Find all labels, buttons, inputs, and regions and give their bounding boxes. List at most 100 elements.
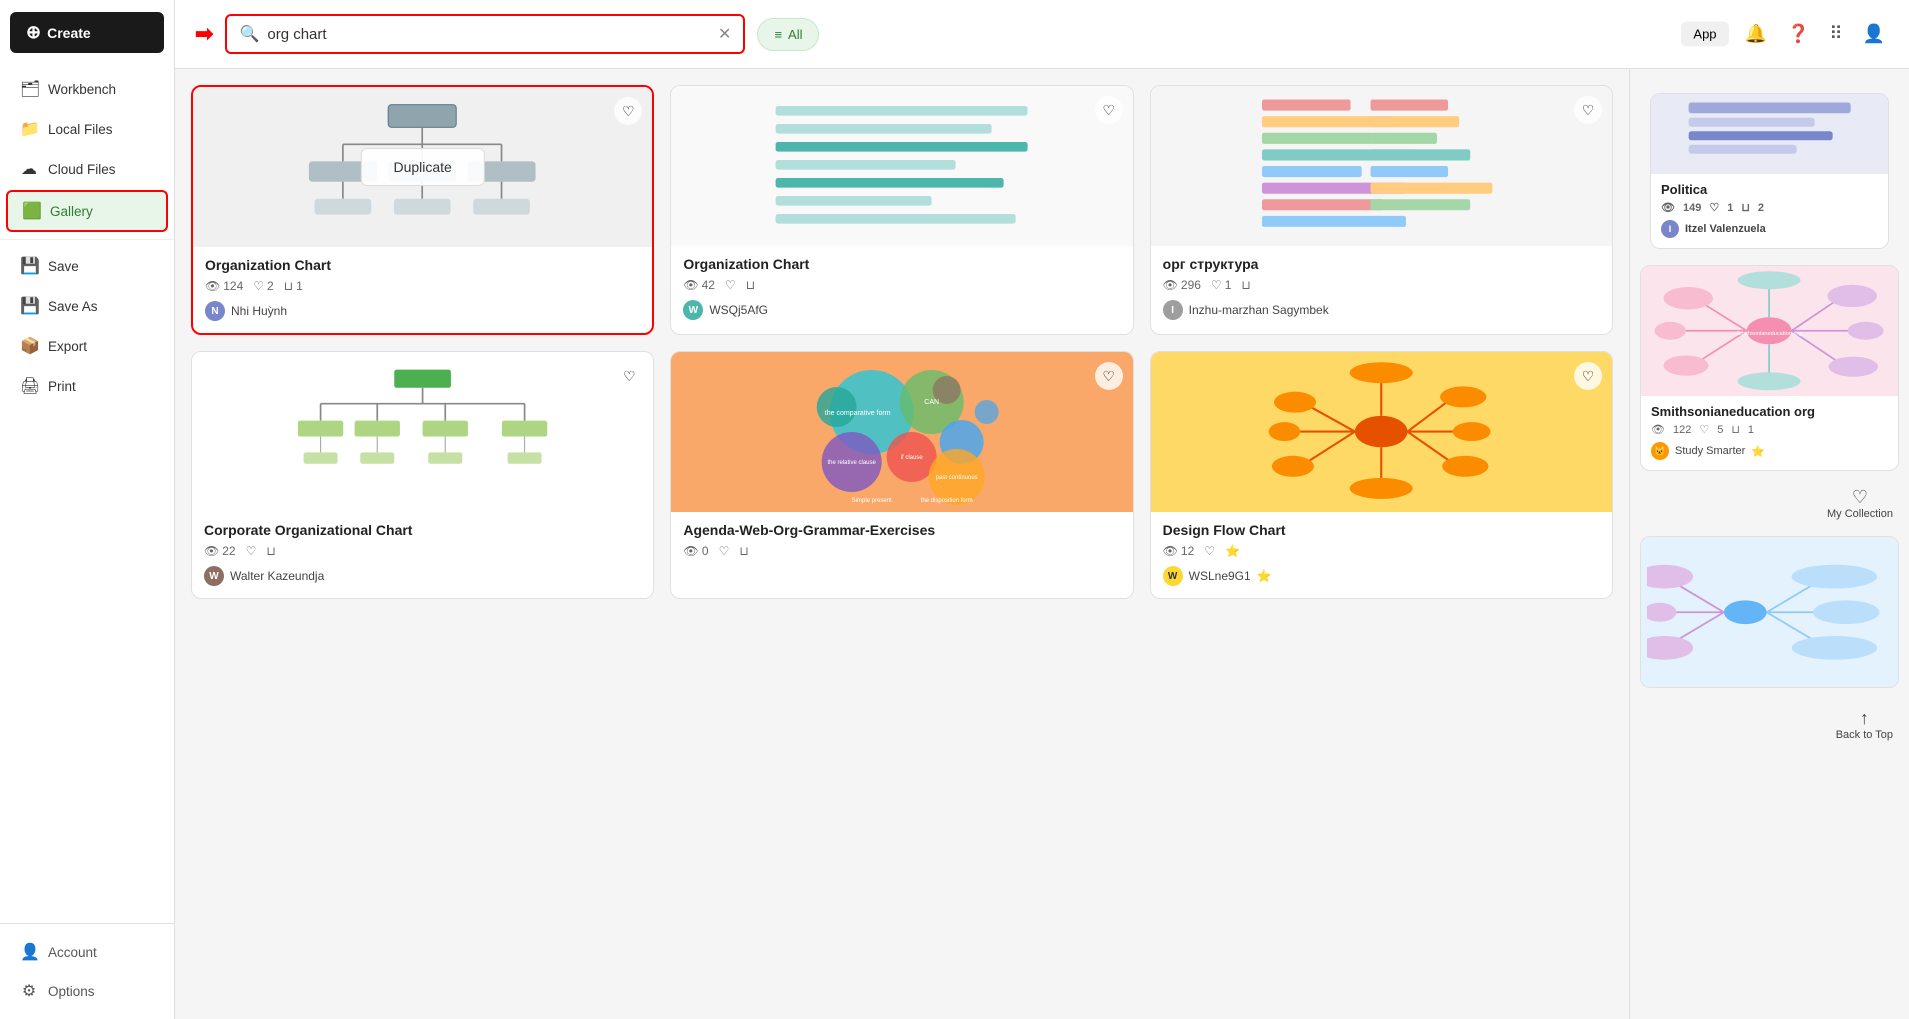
back-to-top-container: ↑ Back to Top	[1630, 694, 1909, 755]
copy-number: 2	[1758, 202, 1764, 214]
sidebar-item-account[interactable]: 👤 Account	[6, 933, 168, 971]
sidebar: ⊕ Create 🗂 Workbench 📁 Local Files ☁ Clo…	[0, 0, 175, 1019]
favorite-button[interactable]: ♡	[1095, 96, 1123, 124]
favorite-button[interactable]: ♡	[615, 362, 643, 390]
gallery-grid: ➡	[175, 69, 1629, 1019]
list-item[interactable]	[1640, 536, 1899, 688]
card-thumbnail: ♡	[1151, 352, 1612, 512]
favorite-button[interactable]: ♡	[1574, 362, 1602, 390]
sidebar-item-cloud-files[interactable]: ☁ Cloud Files	[6, 150, 168, 188]
card-title: орг структура	[1163, 256, 1600, 272]
duplicate-overlay[interactable]: Duplicate	[360, 148, 484, 186]
sidebar-item-label: Export	[48, 339, 87, 354]
sidebar-item-label: Save As	[48, 299, 98, 314]
bell-icon[interactable]: 🔔	[1741, 20, 1771, 49]
sidebar-item-export[interactable]: 📦 Export	[6, 327, 168, 365]
card-thumbnail: the comparative form CAN the relative cl…	[671, 352, 1132, 512]
search-input[interactable]	[267, 26, 710, 43]
sidebar-item-label: Local Files	[48, 122, 113, 137]
heart-icon: ♡	[1852, 487, 1868, 508]
favorite-button[interactable]: ♡	[1574, 96, 1602, 124]
card-author: W WSQj5AfG	[683, 300, 1120, 320]
heart-icon: ♡	[253, 279, 264, 293]
sidebar-item-options[interactable]: ⚙ Options	[6, 972, 168, 1010]
export-icon: 📦	[20, 336, 38, 356]
sidebar-item-print[interactable]: 🖨 Print	[6, 367, 168, 405]
sidebar-item-label: Workbench	[48, 82, 116, 97]
sidebar-item-gallery[interactable]: 🟩 Gallery	[6, 190, 168, 232]
gallery-icon: 🟩	[22, 201, 40, 221]
back-to-top-button[interactable]: ↑ Back to Top	[1830, 702, 1899, 747]
like-number: 1	[1727, 202, 1733, 214]
table-row[interactable]: ♡ Design Flow Chart 👁 12 ♡ ⭐	[1150, 351, 1613, 599]
help-icon[interactable]: ❓	[1783, 20, 1813, 49]
sidebar-item-workbench[interactable]: 🗂 Workbench	[6, 70, 168, 108]
view-number: 22	[222, 544, 235, 558]
card-title: Corporate Organizational Chart	[204, 522, 641, 538]
folder-icon: 📁	[20, 119, 38, 139]
copy-icon: ⊔	[1741, 201, 1750, 214]
card-stats: 👁 0 ♡ ⊔	[683, 544, 1120, 558]
copy-number: 1	[1748, 424, 1754, 436]
table-row[interactable]: ♡ Organization Chart 👁 42 ♡ ⊔ W WSQj	[670, 85, 1133, 335]
sidebar-item-save[interactable]: 💾 Save	[6, 247, 168, 285]
my-collection-button[interactable]: ♡ My Collection	[1821, 481, 1899, 526]
right-card-author: 🐱 Study Smarter ⭐	[1651, 442, 1888, 460]
search-arrow-icon: ➡	[195, 21, 213, 47]
table-row[interactable]: ➡	[191, 85, 654, 335]
like-number: 5	[1717, 424, 1723, 436]
card-thumbnail: Duplicate ♡	[193, 87, 652, 247]
like-count: ♡ 2	[253, 279, 273, 293]
avatar: 🐱	[1651, 442, 1669, 460]
eye-icon: 👁	[1163, 278, 1178, 292]
favorite-button[interactable]: ♡	[1095, 362, 1123, 390]
save-icon: 💾	[20, 256, 38, 276]
avatar: W	[204, 566, 224, 586]
cloud-icon: ☁	[20, 159, 38, 179]
filter-all-button[interactable]: ≡ All	[757, 18, 819, 51]
sidebar-item-local-files[interactable]: 📁 Local Files	[6, 110, 168, 148]
gold-badge-icon: ⭐	[1225, 544, 1240, 558]
card-stats: 👁 12 ♡ ⭐	[1163, 544, 1600, 558]
app-button[interactable]: App	[1681, 22, 1728, 47]
view-count: 👁 296	[1163, 278, 1201, 292]
create-label: Create	[47, 25, 91, 41]
search-clear-icon[interactable]: ✕	[718, 24, 731, 44]
grid-icon[interactable]: ⠿	[1825, 20, 1846, 49]
like-count: ♡	[719, 544, 730, 558]
favorite-button[interactable]: ♡	[614, 97, 642, 125]
list-item[interactable]: Politica 👁 149 ♡ 1 ⊔ 2 I Itzel Valenzuel…	[1650, 93, 1889, 249]
like-count: ♡	[1204, 544, 1215, 558]
table-row[interactable]: ♡ Corporate Organizational Chart 👁 22 ♡ …	[191, 351, 654, 599]
create-button[interactable]: ⊕ Create	[10, 12, 164, 53]
sidebar-item-save-as[interactable]: 💾 Save As	[6, 287, 168, 325]
sidebar-nav: 🗂 Workbench 📁 Local Files ☁ Cloud Files …	[0, 65, 174, 923]
avatar: I	[1661, 220, 1679, 238]
like-number: 1	[1225, 278, 1232, 292]
list-item[interactable]: Smithsonianeducation.org Smithsonianeduc…	[1640, 265, 1899, 471]
copy-number: 1	[296, 279, 303, 293]
author-name: Nhi Huỳnh	[231, 304, 287, 318]
eye-icon: 👁	[683, 278, 698, 292]
card-thumbnail	[1641, 537, 1898, 687]
view-number: 12	[1181, 544, 1194, 558]
heart-icon: ♡	[1211, 278, 1222, 292]
author-name: WSLne9G1	[1189, 569, 1251, 583]
copy-count: ⭐	[1225, 544, 1240, 558]
table-row[interactable]: ♡ орг структура 👁 296 ♡ 1 ⊔	[1150, 85, 1613, 335]
card-author: W WSLne9G1 ⭐	[1163, 566, 1600, 586]
card-stats: 👁 42 ♡ ⊔	[683, 278, 1120, 292]
my-collection-label: My Collection	[1827, 508, 1893, 520]
topnav-right: App 🔔 ❓ ⠿ 👤	[1681, 20, 1889, 49]
search-wrapper: 🔍 ✕	[225, 14, 745, 54]
plus-icon: ⊕	[26, 22, 41, 43]
like-count: ♡ 1	[1211, 278, 1231, 292]
like-number: 2	[267, 279, 274, 293]
view-number: 42	[702, 278, 715, 292]
card-info: Corporate Organizational Chart 👁 22 ♡ ⊔ …	[192, 512, 653, 598]
card-thumbnail: ♡	[192, 352, 653, 512]
table-row[interactable]: the comparative form CAN the relative cl…	[670, 351, 1133, 599]
author-name: Study Smarter	[1675, 445, 1745, 457]
card-thumbnail	[1651, 94, 1888, 174]
user-icon[interactable]: 👤	[1859, 20, 1889, 49]
